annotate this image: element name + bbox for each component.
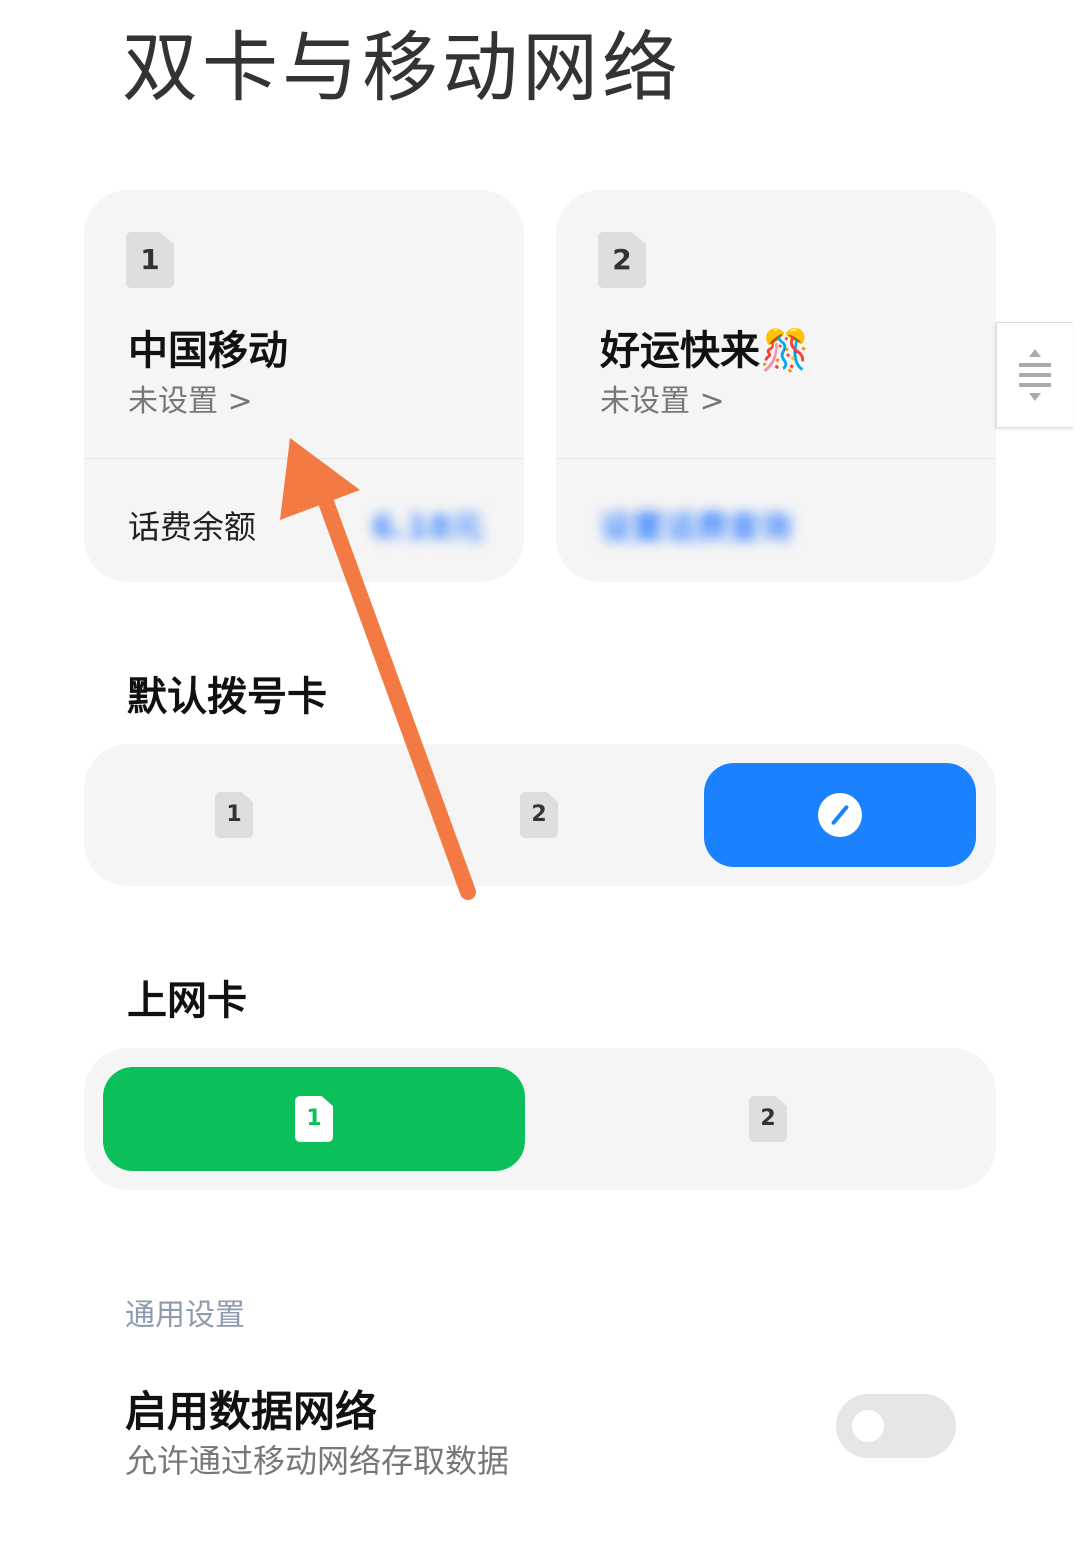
sim-1-icon: 1	[215, 792, 253, 838]
sim-1-carrier: 中国移动	[128, 328, 288, 374]
balance-label: 话费余额	[128, 508, 257, 546]
sim-card-2[interactable]: 2 好运快来🎊 未设置 > 设置话费查询	[556, 190, 996, 582]
page-title: 双卡与移动网络	[122, 23, 682, 112]
edit-icon	[818, 793, 862, 837]
sim-card-2-info[interactable]: 2 好运快来🎊 未设置 >	[556, 190, 996, 458]
default-dial-option-2[interactable]: 2	[389, 763, 689, 867]
scroll-handle-icon	[1019, 349, 1051, 401]
sim-2-icon: 2	[749, 1096, 787, 1142]
data-card-option-2[interactable]: 2	[540, 1067, 996, 1171]
sim-1-icon: 1	[295, 1096, 333, 1142]
sim-1-icon: 1	[126, 232, 174, 288]
sim-2-icon: 2	[598, 232, 646, 288]
balance-query-link[interactable]: 设置话费查询	[600, 502, 792, 548]
enable-data-description: 允许通过移动网络存取数据	[125, 1442, 510, 1480]
scroll-handle[interactable]	[996, 322, 1073, 428]
sim-1-status: 未设置 >	[128, 384, 253, 419]
sim-2-status: 未设置 >	[600, 384, 725, 419]
sim-card-1[interactable]: 1 中国移动 未设置 > 话费余额 6.18元	[84, 190, 524, 582]
default-dial-option-1[interactable]: 1	[84, 763, 384, 867]
sim-2-icon: 2	[520, 792, 558, 838]
data-card-label: 上网卡	[127, 978, 247, 1024]
default-dial-label: 默认拨号卡	[127, 674, 327, 720]
balance-value[interactable]: 6.18元	[372, 502, 483, 548]
enable-data-title[interactable]: 启用数据网络	[125, 1378, 377, 1439]
default-dial-option-ask[interactable]	[704, 763, 976, 867]
sim-2-carrier: 好运快来🎊	[600, 328, 810, 374]
data-card-option-1[interactable]: 1	[103, 1067, 525, 1171]
sim-card-1-info[interactable]: 1 中国移动 未设置 >	[84, 190, 524, 458]
divider	[84, 458, 524, 459]
general-settings-header: 通用设置	[125, 1298, 245, 1333]
default-dial-selector: 1 2	[84, 744, 996, 886]
toggle-knob	[852, 1410, 884, 1442]
data-card-selector: 1 2	[84, 1048, 996, 1190]
screen: 双卡与移动网络 1 中国移动 未设置 > 话费余额 6.18元 2 好运快来🎊 …	[0, 0, 1080, 1560]
enable-data-toggle[interactable]	[836, 1394, 956, 1458]
divider	[556, 458, 996, 459]
